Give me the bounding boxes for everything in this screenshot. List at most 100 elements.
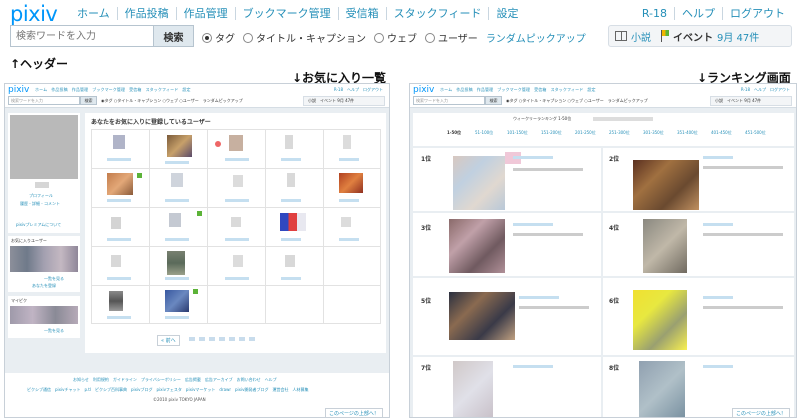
header-label: ↑ヘッダー: [10, 57, 69, 71]
novel-link[interactable]: 小説: [631, 29, 651, 44]
flag-icon: [661, 30, 669, 42]
mini-options: ◉タグ ○タイトル・キャプション ○ウェブ ○ユーザー ランダムピックアップ: [101, 98, 243, 103]
rank-cell-5: 5位: [413, 278, 601, 355]
work-thumb: [643, 219, 687, 273]
option-web[interactable]: ウェブ: [374, 30, 417, 45]
ranking-tab: 351-400位: [677, 130, 698, 135]
mypick-list-link: 一覧を見る: [44, 328, 64, 333]
mini-header: pixiv ホーム 作品投稿 作品管理 ブックマーク管理 受信箱 スタックフィー…: [410, 84, 796, 108]
nav-manage-works[interactable]: 作品管理: [177, 7, 236, 20]
user-thumb: [343, 135, 351, 149]
profile-link: プロフィール: [29, 193, 53, 198]
pagination: [189, 337, 259, 341]
mini-widget: 小説 イベント 9月 47件: [710, 96, 792, 106]
mini-nav-right: R-18 ヘルプ ログアウト: [333, 87, 383, 92]
nav-help[interactable]: ヘルプ: [675, 7, 723, 20]
ranking-tab: 301-350位: [643, 130, 664, 135]
radio-icon[interactable]: [374, 32, 384, 43]
work-thumb: [633, 160, 699, 210]
header-widget: 小説 イベント 9月 47件: [608, 25, 792, 47]
search-options: タグ タイトル・キャプション ウェブ ユーザー ランダムピックアップ: [202, 30, 586, 45]
ranking-tab: 251-300位: [609, 130, 630, 135]
work-thumb: [453, 361, 493, 417]
fav-list-link: 一覧を見る: [44, 276, 64, 281]
user-thumb: [231, 217, 241, 227]
random-pickup-link[interactable]: ランダムピックアップ: [486, 30, 586, 45]
nav-bookmarks[interactable]: ブックマーク管理: [236, 7, 339, 20]
copyright: ©2010 pixiv TOKYO JAPAN: [153, 397, 206, 402]
ranking-tab: 451-500位: [745, 130, 766, 135]
ranking-title: ウィークリーランキング 1-50位: [513, 116, 572, 121]
rank-cell-4: 4位: [603, 213, 794, 276]
user-thumb: [113, 135, 125, 149]
mini-search: 検索ワードを入力: [413, 96, 485, 105]
you-registered: あなたを登録: [32, 283, 56, 288]
nav-logout[interactable]: ログアウト: [723, 7, 792, 20]
nav-settings[interactable]: 設定: [489, 7, 525, 20]
user-thumb: [233, 175, 243, 187]
ranking-tabs-box: ウィークリーランキング 1-50位 1-50位 51-100位 101-150位…: [413, 113, 794, 146]
ranking-screenshot: pixiv ホーム 作品投稿 作品管理 ブックマーク管理 受信箱 スタックフィー…: [409, 83, 797, 418]
user-thumb: [111, 255, 121, 267]
user-thumb: [285, 135, 293, 149]
work-thumb: [453, 156, 505, 210]
search-button[interactable]: 検索: [153, 25, 194, 47]
back-to-top-link: このページの上部へ！: [732, 408, 790, 417]
prev-page-button: « 前へ: [157, 335, 180, 346]
radio-icon[interactable]: [243, 32, 253, 43]
option-tag[interactable]: タグ: [202, 30, 235, 45]
event-label: イベント: [673, 32, 713, 44]
user-thumb: [171, 173, 183, 187]
rank-cell-1: 1位: [413, 148, 601, 211]
radio-icon[interactable]: [202, 32, 212, 43]
user-thumb: [167, 251, 185, 275]
rank-cell-2: 2位: [603, 148, 794, 211]
user-thumb: [287, 173, 295, 187]
work-thumb: [639, 361, 685, 417]
badge-icon: [197, 211, 202, 216]
favorites-main: あなたをお気に入りに登録しているユーザー « 前へ: [85, 113, 386, 353]
work-thumb: [633, 290, 687, 350]
rank-cell-3: 3位: [413, 213, 601, 276]
right-nav: R-18 ヘルプ ログアウト: [635, 7, 792, 20]
pixiv-logo[interactable]: pixiv: [10, 2, 58, 26]
nav-post-work[interactable]: 作品投稿: [118, 7, 177, 20]
mini-nav-right: R-18 ヘルプ ログアウト: [740, 87, 790, 92]
nav-inbox[interactable]: 受信箱: [339, 7, 387, 20]
header-bar: pixiv ホーム 作品投稿 作品管理 ブックマーク管理 受信箱 スタックフィー…: [0, 0, 800, 52]
nav-r18[interactable]: R-18: [635, 7, 675, 20]
user-thumb: [280, 213, 306, 231]
option-user[interactable]: ユーザー: [425, 30, 478, 45]
favorites-screenshot: pixiv ホーム 作品投稿 作品管理 ブックマーク管理 受信箱 スタックフィー…: [4, 83, 390, 418]
mypick-heading: マイピク: [11, 298, 27, 303]
user-thumb: [167, 135, 192, 157]
fav-users-box: お気に入りユーザー 一覧を見る あなたを登録: [8, 236, 80, 292]
mini-options: ◉タグ ○タイトル・キャプション ○ウェブ ○ユーザー ランダムピックアップ: [506, 98, 648, 103]
user-thumb: [285, 255, 295, 267]
ranking-tab: 1-50位: [447, 130, 462, 135]
ranking-tab: 51-100位: [475, 130, 494, 135]
user-thumb: [109, 291, 123, 311]
heart-icon: [215, 141, 221, 147]
user-thumb: [169, 213, 181, 227]
nav-home[interactable]: ホーム: [70, 7, 118, 20]
mini-search: 検索ワードを入力: [8, 96, 80, 105]
option-title-caption[interactable]: タイトル・キャプション: [243, 30, 366, 45]
ranking-tab: 151-200位: [541, 130, 562, 135]
badge-icon: [193, 289, 198, 294]
radio-icon[interactable]: [425, 32, 435, 43]
nav-stacc-feed[interactable]: スタックフィード: [387, 7, 490, 20]
fav-user-thumbs: [10, 246, 78, 272]
rank-cell-6: 6位: [603, 278, 794, 355]
rank-cell-7: 7位: [413, 357, 601, 417]
favorites-title: あなたをお気に入りに登録しているユーザー: [91, 119, 211, 126]
search-input[interactable]: [10, 25, 153, 47]
user-thumb: [341, 217, 351, 227]
event-date-link[interactable]: 9月 47件: [717, 29, 759, 44]
user-thumb: [165, 290, 189, 312]
mini-nav: ホーム 作品投稿 作品管理 ブックマーク管理 受信箱 スタックフィード 設定: [35, 87, 191, 92]
mini-logo: pixiv: [8, 85, 30, 95]
user-thumb: [111, 217, 121, 229]
mini-widget: 小説 イベント 9月 47件: [303, 96, 385, 106]
fav-users-heading: お気に入りユーザー: [11, 238, 47, 243]
